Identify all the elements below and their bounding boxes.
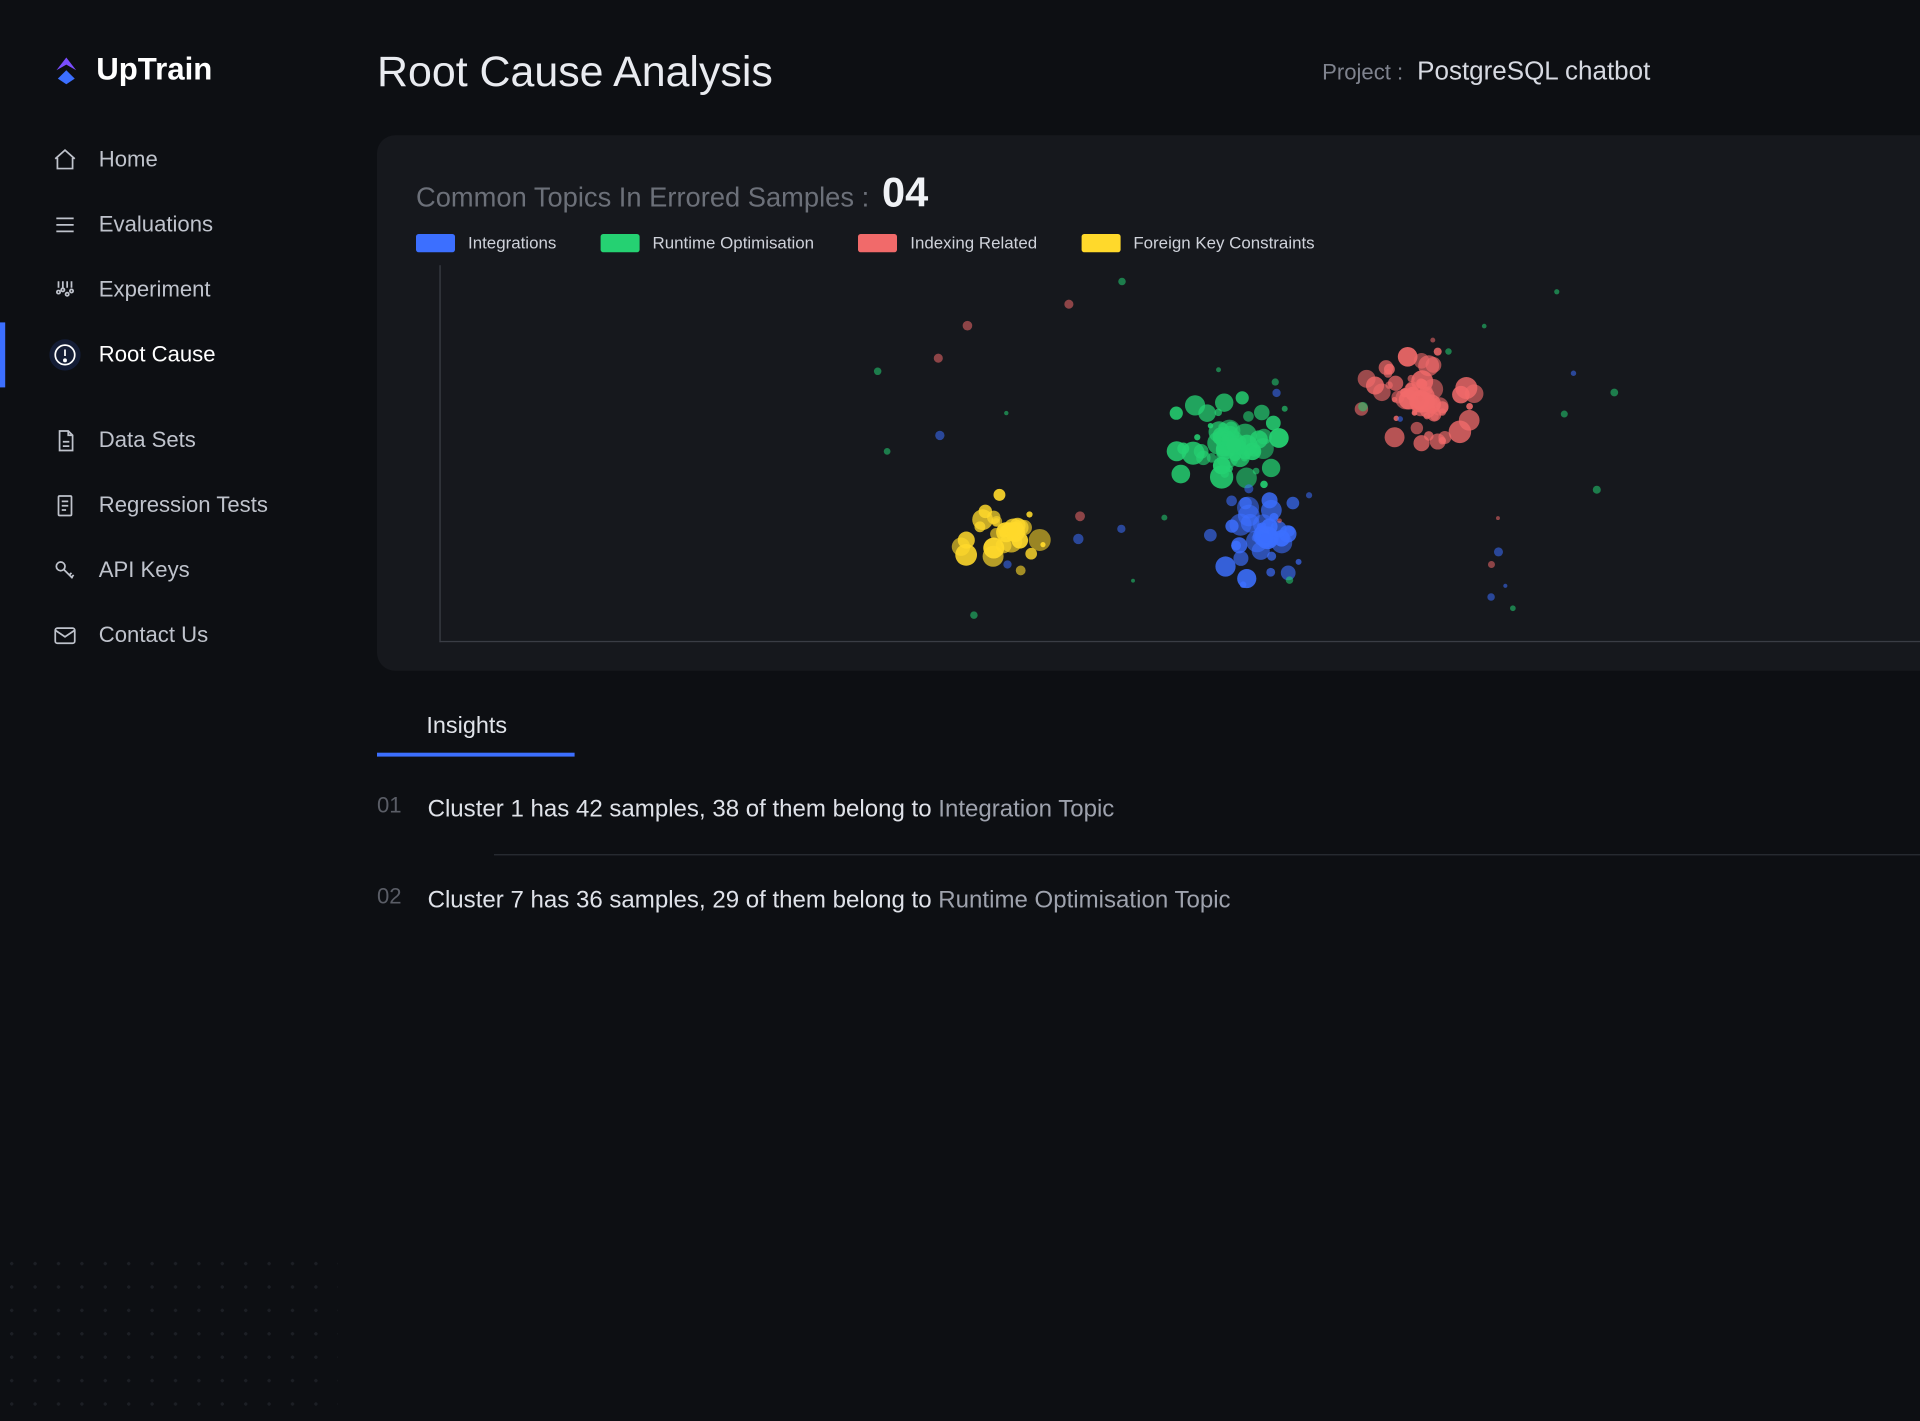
legend-swatch bbox=[601, 233, 640, 251]
page-title: Root Cause Analysis bbox=[377, 47, 773, 96]
brand-logo[interactable]: UpTrain bbox=[0, 52, 377, 127]
evaluations-icon bbox=[49, 209, 80, 240]
nav-label: Contact Us bbox=[99, 623, 208, 649]
contact-icon bbox=[49, 620, 80, 651]
legend-label: Indexing Related bbox=[910, 233, 1037, 253]
sidebar-item-datasets[interactable]: Data Sets bbox=[0, 408, 377, 473]
insight-number: 01 bbox=[377, 793, 402, 825]
home-icon bbox=[49, 144, 80, 175]
nav-label: API Keys bbox=[99, 558, 190, 584]
legend-swatch bbox=[416, 233, 455, 251]
chart-panel: Common Topics In Errored Samples : 04 In… bbox=[377, 135, 1920, 671]
legend-swatch bbox=[1081, 233, 1120, 251]
nav-label: Regression Tests bbox=[99, 493, 268, 519]
sidebar-item-experiment[interactable]: Experiment bbox=[0, 257, 377, 322]
chart-title: Common Topics In Errored Samples : 04 bbox=[416, 169, 1920, 217]
chart-area[interactable] bbox=[439, 265, 1920, 642]
insight-row: 02 Cluster 7 has 36 samples, 29 of them b… bbox=[377, 884, 1920, 945]
nav-label: Experiment bbox=[99, 277, 211, 303]
datasets-icon bbox=[49, 425, 80, 456]
legend-swatch bbox=[858, 233, 897, 251]
tab-insights[interactable]: Insights bbox=[377, 699, 575, 756]
brand-name: UpTrain bbox=[96, 52, 212, 88]
project-line: Project : PostgreSQL chatbot bbox=[1322, 57, 1650, 87]
chart-legend: Integrations Runtime Optimisation Indexing… bbox=[416, 233, 1920, 253]
insight-row: 01 Cluster 1 has 42 samples, 38 of them b… bbox=[377, 793, 1920, 854]
legend-item[interactable]: Indexing Related bbox=[858, 233, 1037, 253]
nav-label: Root Cause bbox=[99, 342, 216, 368]
apikeys-icon bbox=[49, 555, 80, 586]
sidebar-item-apikeys[interactable]: API Keys bbox=[0, 538, 377, 603]
insight-text: Cluster 7 has 36 samples, 29 of them bel… bbox=[428, 884, 1231, 916]
legend-item[interactable]: Runtime Optimisation bbox=[601, 233, 815, 253]
experiment-icon bbox=[49, 274, 80, 305]
sidebar: UpTrain Home Evaluations Experiment Root Ca… bbox=[0, 39, 377, 1421]
project-label: Project : bbox=[1322, 59, 1403, 84]
insight-number: 02 bbox=[377, 884, 402, 916]
legend-label: Foreign Key Constraints bbox=[1133, 233, 1314, 253]
legend-label: Runtime Optimisation bbox=[653, 233, 815, 253]
sidebar-item-contact[interactable]: Contact Us bbox=[0, 603, 377, 668]
rootcause-icon bbox=[49, 339, 80, 370]
legend-label: Integrations bbox=[468, 233, 556, 253]
sidebar-item-regression[interactable]: Regression Tests bbox=[0, 473, 377, 538]
insights-panel: Insights 01 Cluster 1 has 42 samples, 38 … bbox=[377, 699, 1920, 945]
logo-icon bbox=[49, 53, 83, 87]
legend-item[interactable]: Integrations bbox=[416, 233, 556, 253]
regression-icon bbox=[49, 490, 80, 521]
sidebar-item-rootcause[interactable]: Root Cause bbox=[0, 322, 377, 387]
nav-label: Data Sets bbox=[99, 428, 196, 454]
legend-item[interactable]: Foreign Key Constraints bbox=[1081, 233, 1314, 253]
project-name: PostgreSQL chatbot bbox=[1417, 57, 1650, 86]
sidebar-item-home[interactable]: Home bbox=[0, 127, 377, 192]
nav-label: Home bbox=[99, 147, 158, 173]
sidebar-item-evaluations[interactable]: Evaluations bbox=[0, 192, 377, 257]
insight-text: Cluster 1 has 42 samples, 38 of them bel… bbox=[428, 793, 1115, 825]
nav-label: Evaluations bbox=[99, 212, 213, 238]
topbar: Root Cause Analysis Project : PostgreSQL… bbox=[377, 39, 1920, 135]
